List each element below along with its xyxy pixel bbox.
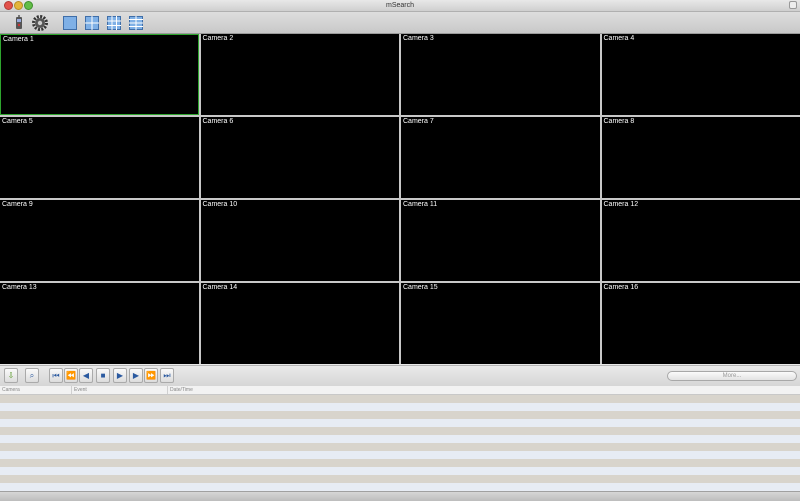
table-row[interactable] (0, 419, 800, 427)
layout-2x2-icon (85, 16, 99, 30)
camera-tile[interactable]: Camera 4 (602, 34, 800, 115)
step-forward-icon: ▶ (133, 372, 139, 380)
camera-label: Camera 3 (403, 35, 434, 43)
toolbar-toggle-icon[interactable] (789, 1, 797, 9)
table-row[interactable] (0, 435, 800, 443)
camera-label: Camera 13 (2, 284, 37, 292)
settings-button[interactable] (31, 14, 49, 32)
title-bar: mSearch (0, 0, 800, 12)
camera-tile[interactable]: Camera 6 (201, 117, 400, 198)
camera-label: Camera 9 (2, 201, 33, 209)
table-row[interactable] (0, 395, 800, 403)
camera-tile[interactable]: Camera 14 (201, 283, 400, 364)
camera-tile[interactable]: Camera 12 (602, 200, 800, 281)
stop-icon: ■ (101, 372, 106, 380)
remote-button[interactable] (10, 14, 28, 32)
play-icon: ▶ (117, 372, 123, 380)
playback-bar: More... ⇩ ⌕ ⏮ ⏪ ◀ ■ ▶ ▶ ⏩ ⏭ (0, 365, 800, 387)
table-row[interactable] (0, 467, 800, 475)
layout-2x2-button[interactable] (83, 14, 101, 32)
camera-tile[interactable]: Camera 5 (0, 117, 199, 198)
camera-tile[interactable]: Camera 1 (0, 34, 199, 115)
table-row[interactable] (0, 459, 800, 467)
layout-1x1-button[interactable] (61, 14, 79, 32)
download-icon: ⇩ (8, 372, 15, 380)
camera-label: Camera 6 (203, 118, 234, 126)
skip-to-start-icon: ⏮ (52, 372, 59, 380)
camera-label: Camera 2 (203, 35, 234, 43)
fast-forward-button[interactable]: ⏩ (144, 368, 158, 383)
layout-3x3-button[interactable] (105, 14, 123, 32)
camera-tile[interactable]: Camera 7 (401, 117, 600, 198)
camera-tile[interactable]: Camera 13 (0, 283, 199, 364)
skip-to-end-icon: ⏭ (163, 372, 170, 380)
window-title: mSearch (0, 0, 800, 11)
table-row[interactable] (0, 483, 800, 491)
camera-label: Camera 16 (604, 284, 639, 292)
events-table-body (0, 395, 800, 491)
camera-label: Camera 8 (604, 118, 635, 126)
camera-tile[interactable]: Camera 8 (602, 117, 800, 198)
layout-4x4-icon (129, 16, 143, 30)
camera-label: Camera 10 (203, 201, 238, 209)
toolbar (0, 12, 800, 34)
search-icon: ⌕ (30, 372, 34, 380)
table-row[interactable] (0, 443, 800, 451)
step-forward-button[interactable]: ▶ (129, 368, 143, 383)
fast-rewind-button[interactable]: ⏪ (64, 368, 78, 383)
camera-label: Camera 5 (2, 118, 33, 126)
column-header-camera[interactable]: Camera (0, 386, 72, 394)
table-row[interactable] (0, 475, 800, 483)
camera-label: Camera 11 (403, 201, 437, 209)
layout-1x1-icon (63, 16, 77, 30)
camera-tile[interactable]: Camera 9 (0, 200, 199, 281)
events-table-header: Camera Event Date/Time (0, 386, 800, 395)
download-button[interactable]: ⇩ (4, 368, 18, 383)
fast-forward-icon: ⏩ (146, 372, 156, 380)
camera-label: Camera 14 (203, 284, 238, 292)
camera-label: Camera 12 (604, 201, 639, 209)
table-row[interactable] (0, 403, 800, 411)
step-back-button[interactable]: ◀ (79, 368, 93, 383)
stop-button[interactable]: ■ (96, 368, 110, 383)
camera-tile[interactable]: Camera 3 (401, 34, 600, 115)
camera-label: Camera 15 (403, 284, 438, 292)
step-back-icon: ◀ (83, 372, 89, 380)
camera-tile[interactable]: Camera 10 (201, 200, 400, 281)
more-button[interactable]: More... (667, 371, 797, 381)
fast-rewind-icon: ⏪ (66, 372, 76, 380)
layout-3x3-icon (107, 16, 121, 30)
table-row[interactable] (0, 427, 800, 435)
camera-label: Camera 7 (403, 118, 434, 126)
remote-icon (12, 15, 26, 31)
column-header-datetime[interactable]: Date/Time (168, 386, 800, 394)
search-button[interactable]: ⌕ (25, 368, 39, 383)
layout-4x4-button[interactable] (127, 14, 145, 32)
table-row[interactable] (0, 451, 800, 459)
skip-to-start-button[interactable]: ⏮ (49, 368, 63, 383)
camera-tile[interactable]: Camera 15 (401, 283, 600, 364)
play-button[interactable]: ▶ (113, 368, 127, 383)
camera-label: Camera 4 (604, 35, 635, 43)
skip-to-end-button[interactable]: ⏭ (160, 368, 174, 383)
camera-tile[interactable]: Camera 11 (401, 200, 600, 281)
camera-tile[interactable]: Camera 16 (602, 283, 800, 364)
camera-grid: Camera 1 Camera 2 Camera 3 Camera 4 Camera 5… (0, 34, 800, 364)
gear-icon (31, 14, 49, 32)
table-row[interactable] (0, 411, 800, 419)
camera-label: Camera 1 (3, 36, 34, 44)
column-header-event[interactable]: Event (72, 386, 168, 394)
camera-tile[interactable]: Camera 2 (201, 34, 400, 115)
